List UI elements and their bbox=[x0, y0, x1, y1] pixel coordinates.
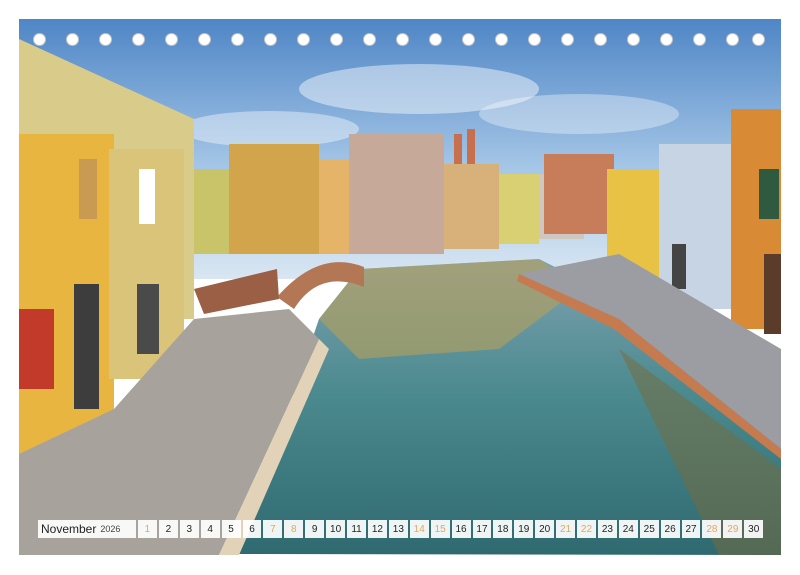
day-cell: 20 bbox=[535, 520, 555, 538]
binding-hole bbox=[429, 33, 442, 46]
cloud bbox=[179, 111, 359, 147]
binding-hole bbox=[363, 33, 376, 46]
binding-hole bbox=[132, 33, 145, 46]
day-cell: 17 bbox=[472, 520, 492, 538]
day-cell: 25 bbox=[639, 520, 659, 538]
binding-hole bbox=[726, 33, 739, 46]
day-cell: 3 bbox=[179, 520, 199, 538]
canal-photo bbox=[19, 19, 781, 555]
binding-hole bbox=[231, 33, 244, 46]
day-cell: 24 bbox=[618, 520, 638, 538]
day-cell: 16 bbox=[451, 520, 471, 538]
binding-hole bbox=[752, 33, 765, 46]
day-cell: 5 bbox=[221, 520, 241, 538]
binding-hole bbox=[330, 33, 343, 46]
day-cell: 23 bbox=[597, 520, 617, 538]
day-cell: 11 bbox=[347, 520, 366, 538]
binding-hole bbox=[594, 33, 607, 46]
month-label: November 2026 bbox=[38, 520, 136, 538]
canal-scene bbox=[19, 19, 781, 555]
month-name: November bbox=[41, 522, 97, 536]
binding-hole bbox=[528, 33, 541, 46]
day-cell: 15 bbox=[430, 520, 450, 538]
day-cell: 14 bbox=[409, 520, 429, 538]
day-cell: 28 bbox=[702, 520, 722, 538]
day-cell: 12 bbox=[367, 520, 387, 538]
day-cell: 9 bbox=[305, 520, 325, 538]
day-cells: 1 2 3 4 5 6 7 8 9 10 11 12 13 14 15 16 17 18 19 20 21 22 23 24 2… bbox=[138, 520, 764, 538]
day-cell: 10 bbox=[326, 520, 346, 538]
binding-hole bbox=[33, 33, 46, 46]
year-label: 2026 bbox=[100, 524, 121, 534]
day-cell: 26 bbox=[660, 520, 680, 538]
day-cell: 2 bbox=[158, 520, 178, 538]
day-cell: 8 bbox=[284, 520, 304, 538]
day-cell: 30 bbox=[744, 520, 764, 538]
calendar-strip: November 2026 1 2 3 4 5 6 7 8 9 10 11 12 13 14 15 16 17 1… bbox=[38, 520, 764, 538]
day-cell: 29 bbox=[723, 520, 743, 538]
spiral-binding bbox=[19, 33, 781, 51]
binding-hole bbox=[66, 33, 79, 46]
binding-hole bbox=[99, 33, 112, 46]
binding-hole bbox=[264, 33, 277, 46]
day-cell: 13 bbox=[388, 520, 408, 538]
binding-hole bbox=[462, 33, 475, 46]
binding-hole bbox=[198, 33, 211, 46]
day-cell: 19 bbox=[514, 520, 534, 538]
day-cell: 4 bbox=[200, 520, 220, 538]
binding-hole bbox=[693, 33, 706, 46]
binding-hole bbox=[561, 33, 574, 46]
day-cell: 1 bbox=[138, 520, 157, 538]
binding-hole bbox=[297, 33, 310, 46]
binding-hole bbox=[660, 33, 673, 46]
day-cell: 21 bbox=[556, 520, 576, 538]
day-cell: 6 bbox=[242, 520, 262, 538]
cloud bbox=[479, 94, 679, 134]
binding-hole bbox=[495, 33, 508, 46]
binding-hole bbox=[165, 33, 178, 46]
binding-hole bbox=[627, 33, 640, 46]
day-cell: 22 bbox=[577, 520, 596, 538]
day-cell: 27 bbox=[681, 520, 701, 538]
day-cell: 18 bbox=[493, 520, 513, 538]
binding-hole bbox=[396, 33, 409, 46]
day-cell: 7 bbox=[263, 520, 283, 538]
